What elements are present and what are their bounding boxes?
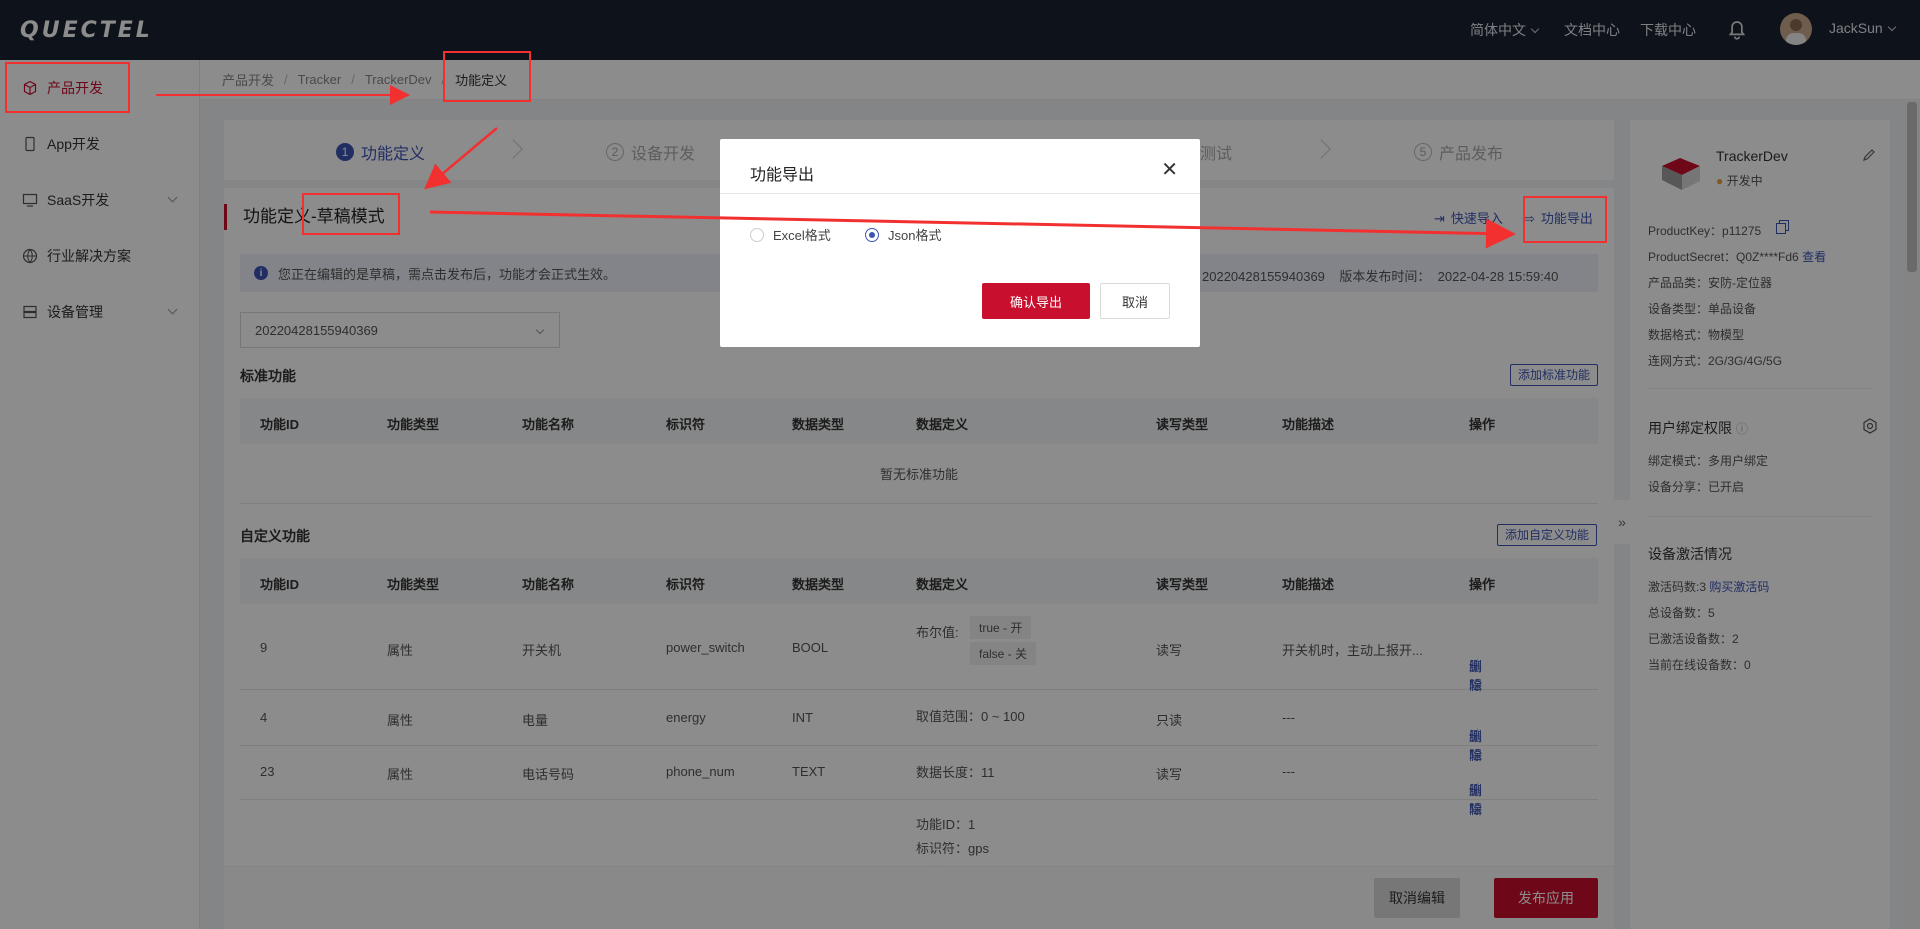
- radio-checked-icon: [865, 227, 879, 242]
- annotation-box-breadcrumb: [443, 51, 531, 102]
- json-format-radio[interactable]: Json格式: [865, 225, 941, 244]
- dialog-title: 功能导出: [750, 167, 815, 184]
- close-icon[interactable]: ✕: [1161, 157, 1178, 182]
- export-dialog: 功能导出 ✕ Excel格式 Json格式 确认导出 取消: [720, 139, 1200, 347]
- annotation-box-sidebar: [5, 62, 130, 113]
- excel-format-radio[interactable]: Excel格式: [750, 225, 831, 244]
- confirm-export-button[interactable]: 确认导出: [982, 283, 1090, 319]
- radio-icon: [750, 227, 764, 242]
- annotation-box-export: [1523, 196, 1607, 243]
- annotation-box-title: [302, 193, 400, 235]
- cancel-button[interactable]: 取消: [1100, 283, 1170, 319]
